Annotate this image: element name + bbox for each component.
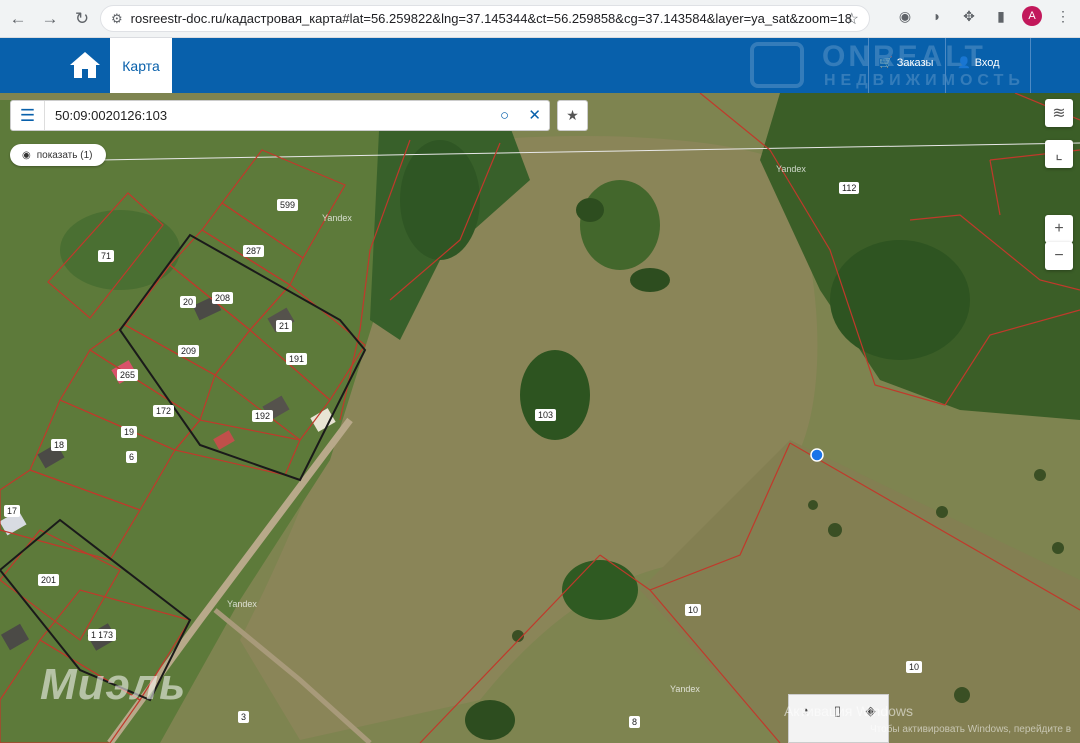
plot-label[interactable]: 599 [277, 199, 299, 211]
tab-map[interactable]: Карта [110, 38, 172, 93]
plot-label[interactable]: 71 [98, 250, 115, 262]
plot-label[interactable]: 17 [4, 505, 21, 517]
address-bar[interactable]: ⚙ rosreestr-doc.ru/кадастровая_карта#lat… [100, 5, 870, 32]
plot-label[interactable]: 6 [126, 451, 138, 463]
plot-label[interactable]: 191 [286, 353, 308, 365]
plot-label[interactable]: 21 [276, 320, 293, 332]
home-icon[interactable] [68, 50, 102, 80]
extensions-puzzle-icon[interactable]: ✥ [958, 5, 980, 27]
plot-label[interactable]: 172 [153, 405, 175, 417]
plot-label[interactable]: 112 [839, 182, 860, 194]
cart-icon: 🛒 [879, 57, 893, 69]
layers-icon: ≋ [1052, 105, 1066, 122]
reload-icon[interactable]: ↻ [68, 5, 96, 33]
eye-icon: ◉ [22, 149, 31, 161]
yandex-label: Yandex [227, 599, 257, 609]
plot-label[interactable]: 20 [180, 296, 197, 308]
bookmark-star-icon[interactable]: ☆ [845, 9, 859, 29]
zoom-out-button[interactable]: − [1045, 242, 1073, 270]
user-icon: 👤 [957, 57, 971, 69]
yandex-label: Yandex [670, 684, 700, 694]
plot-label[interactable]: 265 [117, 369, 139, 381]
search-icon[interactable]: ○ [500, 107, 509, 124]
extension-icon[interactable]: ◉ [894, 5, 916, 27]
plot-label[interactable]: 10 [685, 604, 702, 616]
plot-label[interactable]: 1 [88, 629, 100, 641]
sidepanel-icon[interactable]: ▮ [990, 5, 1012, 27]
windows-activation-subtext: Чтобы активировать Windows, перейдите в [870, 724, 1072, 735]
yandex-label: Yandex [776, 164, 806, 174]
plot-label[interactable]: 8 [629, 716, 641, 728]
show-button[interactable]: ◉ показать (1) [10, 144, 106, 166]
plot-label[interactable]: 192 [252, 410, 274, 422]
site-info-icon[interactable]: ⚙ [111, 11, 123, 27]
location-marker[interactable] [810, 448, 824, 462]
profile-avatar[interactable]: A [1022, 6, 1042, 26]
back-icon[interactable]: ← [4, 5, 32, 33]
windows-activation-text: Активация Windows [784, 703, 914, 719]
browser-toolbar: ← → ↻ ⚙ rosreestr-doc.ru/кадастровая_кар… [0, 0, 1080, 38]
orders-button[interactable]: 🛒 Заказы [879, 56, 934, 70]
site-header: Карта ONREALT НЕДВИЖИМОСТЬ 🛒 Заказы 👤 Вх… [0, 38, 1080, 93]
zoom-in-button[interactable]: + [1045, 215, 1073, 243]
forward-icon[interactable]: → [36, 5, 64, 33]
header-divider [868, 38, 869, 93]
extension-shield-icon[interactable]: ◗ [926, 5, 948, 27]
layers-button[interactable]: ≋ [1045, 99, 1073, 127]
plot-label[interactable]: 19 [121, 426, 138, 438]
cadastral-number-input[interactable] [45, 102, 465, 129]
plot-label[interactable]: 209 [178, 345, 200, 357]
yandex-label: Yandex [322, 213, 352, 223]
ruler-icon: ⌞ [1055, 146, 1063, 163]
toolbar-right: ◉ ◗ ✥ ▮ A ⋮ [894, 5, 1074, 27]
show-button-label: показать (1) [36, 149, 93, 161]
favorite-star-button[interactable]: ★ [557, 100, 588, 131]
url-text: rosreestr-doc.ru/кадастровая_карта#lat=5… [130, 11, 852, 26]
watermark-logo-icon [750, 42, 804, 88]
login-label: Вход [974, 56, 1000, 69]
menu-kebab-icon[interactable]: ⋮ [1052, 5, 1074, 27]
plot-label[interactable]: 3 [238, 711, 250, 723]
satellite-map[interactable]: 599 287 71 20 208 21 191 209 265 172 192… [0, 93, 1080, 743]
plot-label[interactable]: 208 [212, 292, 234, 304]
header-divider [945, 38, 946, 93]
plot-label[interactable]: 18 [51, 439, 68, 451]
plot-label[interactable]: 10 [906, 661, 923, 673]
plot-label[interactable]: 201 [38, 574, 60, 586]
login-button[interactable]: 👤 Вход [957, 56, 1000, 70]
menu-icon[interactable]: ☰ [11, 101, 45, 130]
cadastral-search-bar: ☰ ○ ✕ [10, 100, 550, 131]
header-divider [1030, 38, 1031, 93]
plot-label[interactable]: 287 [243, 245, 265, 257]
ruler-button[interactable]: ⌞ [1045, 140, 1073, 168]
plot-label[interactable]: 103 [535, 409, 557, 421]
mial-watermark: Миэль [40, 660, 187, 709]
close-icon[interactable]: ✕ [528, 106, 541, 124]
orders-label: Заказы [896, 56, 934, 69]
